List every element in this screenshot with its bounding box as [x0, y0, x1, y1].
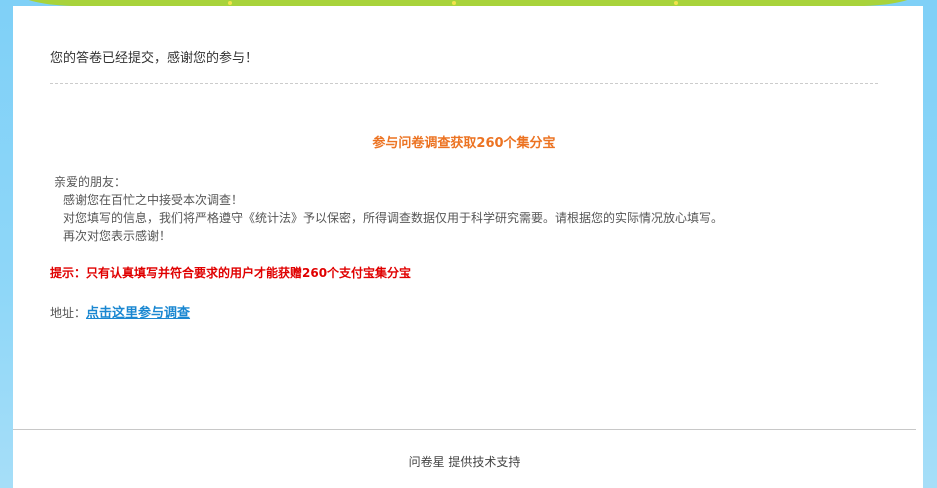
banner-flower-dot — [674, 1, 678, 5]
letter-body: 亲爱的朋友： 感谢您在百忙之中接受本次调查！ 对您填写的信息，我们将严格遵守《统… — [50, 173, 723, 245]
survey-link[interactable]: 点击这里参与调查 — [86, 306, 190, 321]
footer-divider — [13, 429, 916, 430]
letter-paragraph: 感谢您在百忙之中接受本次调查！ — [63, 193, 244, 207]
survey-address: 地址：点击这里参与调查 — [50, 302, 190, 321]
banner-flower-dot — [228, 1, 232, 5]
dashed-divider — [50, 83, 878, 84]
letter-paragraph: 再次对您表示感谢！ — [63, 229, 172, 243]
content-panel: 您的答卷已经提交，感谢您的参与！ 参与问卷调查获取260个集分宝 亲爱的朋友： … — [13, 6, 923, 488]
address-label: 地址： — [50, 306, 87, 320]
submission-thanks-message: 您的答卷已经提交，感谢您的参与！ — [50, 51, 259, 66]
banner-flower-dot — [452, 1, 456, 5]
footer-credit: 问卷星 提供技术支持 — [408, 455, 521, 469]
letter-paragraph: 对您填写的信息，我们将严格遵守《统计法》予以保密，所得调查数据仅用于科学研究需要… — [63, 211, 724, 225]
reward-tip: 提示：只有认真填写并符合要求的用户才能获赠260个支付宝集分宝 — [50, 266, 412, 280]
letter-greeting: 亲爱的朋友： — [54, 175, 127, 189]
promo-headline: 参与问卷调查获取260个集分宝 — [372, 136, 556, 151]
